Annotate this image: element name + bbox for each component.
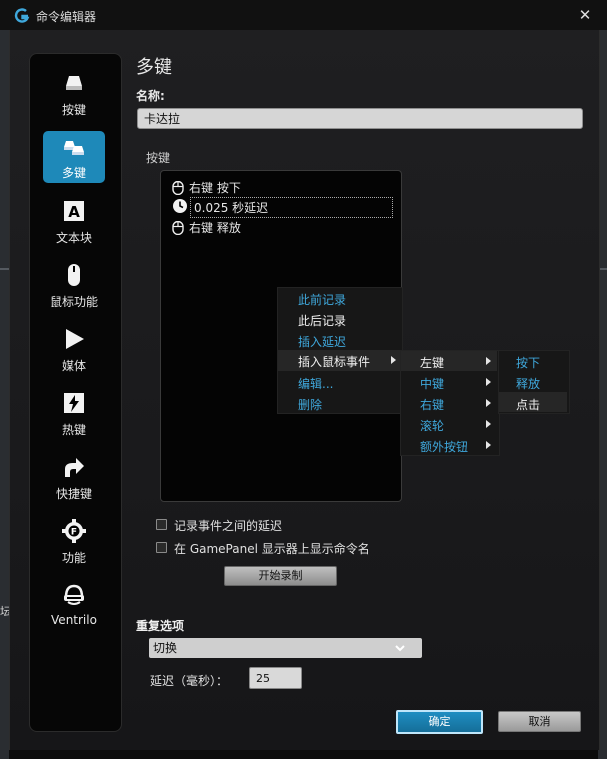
repeat-mode-select[interactable]: 切换 (149, 638, 422, 658)
nav-item-label: 媒体 (61, 359, 86, 373)
nav-item-mouse-function[interactable]: 鼠标功能 (34, 263, 114, 310)
nav-item-function[interactable]: F 功能 (34, 519, 114, 566)
nav-item-shortcut[interactable]: 快捷键 (34, 455, 114, 502)
svg-text:F: F (71, 528, 77, 538)
submenu-item-click[interactable]: 点击 (516, 396, 540, 413)
nav-item-text-block[interactable]: A 文本块 (34, 199, 114, 246)
clock-icon (173, 199, 187, 213)
event-text: 右键 按下 (189, 181, 241, 195)
submenu-arrow-icon (391, 356, 396, 364)
nav-item-ventrilo[interactable]: Ventrilo (34, 583, 114, 627)
nav-item-label: 快捷键 (55, 487, 92, 501)
submenu-item-right-button[interactable]: 右键 (420, 396, 444, 413)
delay-label: 延迟（毫秒）： (150, 674, 229, 688)
page-title: 多键 (136, 57, 172, 78)
menu-item-insert-mouse-event[interactable]: 插入鼠标事件 (298, 353, 370, 370)
function-gear-icon: F (62, 519, 86, 543)
name-label: 名称: (136, 89, 165, 103)
background-line (0, 268, 9, 270)
submenu-item-left-button[interactable]: 左键 (420, 354, 444, 371)
start-recording-button[interactable]: 开始录制 (224, 566, 337, 586)
nav-item-label: 热键 (61, 423, 86, 437)
submenu-arrow-icon (486, 441, 491, 449)
menu-item-delete[interactable]: 删除 (298, 396, 322, 413)
keys-label: 按键 (146, 151, 171, 165)
hotkey-icon (64, 393, 84, 413)
multikey-icon (64, 141, 84, 155)
submenu-arrow-icon (486, 420, 491, 428)
record-delay-label: 记录事件之间的延迟 (174, 519, 283, 533)
nav-item-media[interactable]: 媒体 (34, 327, 114, 374)
ok-button[interactable]: 确定 (396, 710, 483, 734)
show-name-label: 在 GamePanel 显示器上显示命令名 (174, 542, 370, 556)
svg-text:A: A (68, 203, 80, 221)
window-title: 命令编辑器 (36, 10, 97, 24)
nav-item-label: 鼠标功能 (49, 295, 98, 309)
show-name-checkbox[interactable] (156, 542, 167, 553)
submenu-item-extra-buttons[interactable]: 额外按钮 (420, 438, 468, 455)
menu-item-record-before[interactable]: 此前记录 (298, 291, 346, 308)
keycap-icon (66, 76, 82, 90)
list-item-selected[interactable]: 0.025 秒延迟 (190, 197, 393, 218)
nav-item-hotkey[interactable]: 热键 (34, 391, 114, 438)
submenu-item-middle-button[interactable]: 中键 (420, 375, 444, 392)
event-text: 0.025 秒延迟 (194, 201, 269, 215)
menu-item-edit[interactable]: 编辑... (298, 375, 333, 392)
chevron-down-icon (395, 645, 405, 652)
nav-item-label: Ventrilo (51, 613, 97, 627)
nav-item-label: 按键 (61, 103, 86, 117)
mouse-icon (172, 220, 184, 235)
menu-item-record-after[interactable]: 此后记录 (298, 312, 346, 329)
submenu-arrow-icon (486, 378, 491, 386)
submenu-item-wheel[interactable]: 滚轮 (420, 417, 444, 434)
delay-input[interactable] (249, 667, 302, 689)
nav-item-label: 文本块 (55, 231, 92, 245)
nav-item-multikey[interactable]: 多键 (43, 131, 105, 183)
repeat-options-label: 重复选项 (136, 619, 185, 633)
mouse-icon (172, 180, 184, 195)
nav-item-label: 多键 (61, 166, 86, 180)
list-item[interactable]: 右键 释放 (172, 218, 241, 237)
text-block-icon: A (64, 201, 84, 221)
submenu-arrow-icon (486, 399, 491, 407)
headset-icon (64, 584, 84, 605)
nav-item-keystroke[interactable]: 按键 (34, 71, 114, 118)
cancel-button[interactable]: 取消 (498, 711, 581, 732)
submenu-highlight (401, 351, 497, 371)
logitech-g-logo-icon (14, 8, 30, 23)
submenu-item-release[interactable]: 释放 (516, 375, 540, 392)
record-delay-checkbox[interactable] (156, 519, 167, 530)
close-button[interactable]: ✕ (575, 5, 595, 25)
list-item[interactable]: 右键 按下 (172, 178, 241, 197)
nav-item-label: 功能 (61, 551, 86, 565)
menu-item-insert-delay[interactable]: 插入延迟 (298, 333, 346, 350)
submenu-arrow-icon (486, 357, 491, 365)
name-input[interactable] (137, 108, 583, 129)
submenu-item-press[interactable]: 按下 (516, 354, 540, 371)
play-icon (66, 329, 84, 349)
event-text: 右键 释放 (189, 221, 241, 235)
background-left-strip (0, 30, 9, 759)
shortcut-arrow-icon (65, 458, 84, 477)
mouse-icon (68, 264, 80, 286)
